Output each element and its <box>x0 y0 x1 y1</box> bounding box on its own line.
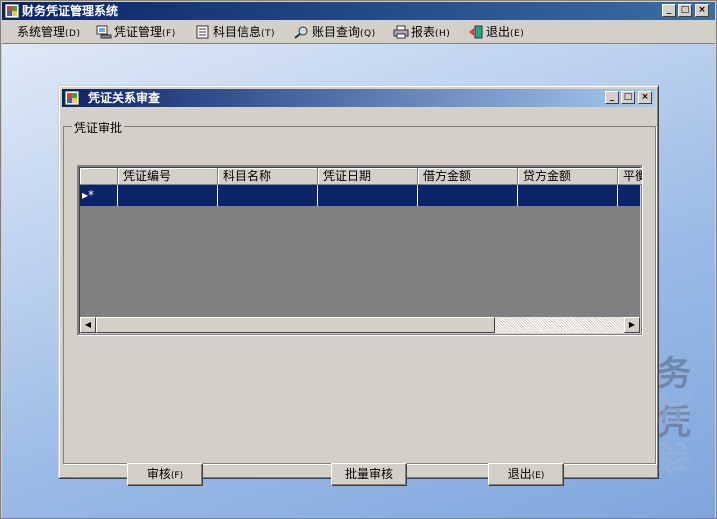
horizontal-scrollbar[interactable]: ◀ ▶ <box>80 317 640 333</box>
menu-account-query[interactable]: 账目查询(Q) <box>294 21 376 43</box>
button-label: 审核 <box>146 467 171 481</box>
menu-label: 系统管理 <box>17 25 66 39</box>
scroll-right-icon[interactable]: ▶ <box>624 317 640 333</box>
menu-reports[interactable]: 报表(H) <box>393 21 450 43</box>
menu-label: 报表 <box>411 25 436 39</box>
table-cell[interactable] <box>418 185 518 206</box>
menu-voucher-management[interactable]: 凭证管理(F) <box>96 21 176 43</box>
scroll-left-icon[interactable]: ◀ <box>80 317 96 333</box>
button-accel: (F) <box>170 471 184 481</box>
menu-label: 凭证管理 <box>114 25 163 39</box>
main-window: 财务凭证管理系统 _ □ × 系统管理(D) 凭证管理(F) 科目信息(T) 账… <box>0 0 717 519</box>
voucher-icon <box>96 25 112 39</box>
close-button[interactable]: × <box>695 4 709 17</box>
table-cell[interactable] <box>518 185 618 206</box>
column-header[interactable]: 科目名称 <box>218 168 318 185</box>
main-window-title: 财务凭证管理系统 <box>22 4 119 18</box>
menubar: 系统管理(D) 凭证管理(F) 科目信息(T) 账目查询(Q) 报表(H) 退出… <box>2 21 715 44</box>
menu-label: 科目信息 <box>213 25 262 39</box>
column-header[interactable]: 借方金额 <box>418 168 518 185</box>
table-cell[interactable] <box>218 185 318 206</box>
column-header[interactable]: 凭证日期 <box>318 168 418 185</box>
app-icon <box>65 91 79 105</box>
menu-system-management[interactable]: 系统管理(D) <box>17 21 80 43</box>
menu-subject-info[interactable]: 科目信息(T) <box>195 21 275 43</box>
dialog-maximize-button[interactable]: □ <box>621 91 635 104</box>
dialog-title: 凭证关系审查 <box>88 91 161 105</box>
menu-accel: (Q) <box>360 29 376 39</box>
new-row[interactable]: ▸* <box>80 185 640 206</box>
app-icon <box>5 4 19 18</box>
column-header[interactable]: 凭证编号 <box>118 168 218 185</box>
table-cell[interactable] <box>118 185 218 206</box>
exit-door-icon <box>469 25 483 39</box>
menu-exit[interactable]: 退出(E) <box>468 21 524 43</box>
menu-accel: (D) <box>65 29 81 39</box>
table-cell[interactable] <box>318 185 418 206</box>
dialog-minimize-button[interactable]: _ <box>605 91 619 104</box>
button-accel: (E) <box>531 471 545 481</box>
row-header-new-marker[interactable]: ▸* <box>80 185 118 206</box>
button-label: 退出 <box>507 467 532 481</box>
batch-approve-button[interactable]: 批量审核 <box>331 463 407 486</box>
ledger-icon <box>196 25 209 39</box>
table-cell[interactable] <box>618 185 642 206</box>
button-label: 批量审核 <box>344 467 393 481</box>
group-label: 凭证审批 <box>72 119 125 136</box>
exit-button[interactable]: 退出(E) <box>488 463 564 486</box>
menu-accel: (F) <box>162 29 176 39</box>
dialog-close-button[interactable]: × <box>638 91 652 104</box>
approve-button[interactable]: 审核(F) <box>127 463 203 486</box>
menu-accel: (T) <box>261 29 276 39</box>
scrollbar-thumb[interactable] <box>96 317 495 333</box>
grid-corner-header[interactable] <box>80 168 118 185</box>
menu-label: 账目查询 <box>312 25 361 39</box>
menu-label: 退出 <box>486 25 511 39</box>
menu-accel: (H) <box>435 29 451 39</box>
scrollbar-track[interactable] <box>495 317 624 333</box>
main-titlebar[interactable]: 财务凭证管理系统 _ □ × <box>2 2 715 20</box>
voucher-grid[interactable]: 凭证编号 科目名称 凭证日期 借方金额 贷方金额 平衡 ▸* ◀ ▶ <box>77 165 643 336</box>
column-header[interactable]: 平衡 <box>618 168 642 185</box>
search-icon <box>294 26 308 39</box>
dialog-titlebar[interactable]: 凭证关系审查 _ □ × <box>62 89 655 107</box>
grid-body: 凭证编号 科目名称 凭证日期 借方金额 贷方金额 平衡 ▸* ◀ ▶ <box>79 167 642 334</box>
minimize-button[interactable]: _ <box>662 4 676 17</box>
printer-icon <box>393 25 409 39</box>
menu-accel: (E) <box>510 29 525 39</box>
maximize-button[interactable]: □ <box>678 4 692 17</box>
background-watermark-reflection: 务凭 <box>657 387 693 476</box>
column-header[interactable]: 贷方金额 <box>518 168 618 185</box>
